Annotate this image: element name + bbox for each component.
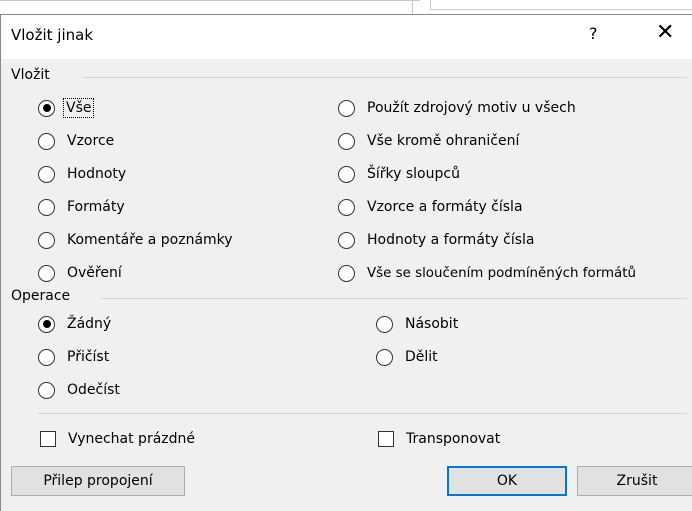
radio-icon[interactable] (338, 231, 355, 249)
operation-option-label: Odečíst (67, 382, 120, 398)
background-sheet-strip (0, 0, 692, 14)
paste-link-button[interactable]: Přilep propojení (11, 466, 185, 496)
operation-option-none[interactable]: Žádný (38, 313, 111, 335)
skip-blanks-label: Vynechat prázdné (68, 431, 196, 447)
radio-icon[interactable] (38, 348, 55, 366)
transpose-label: Transponovat (406, 431, 501, 447)
paste-option-formulas-number-formats[interactable]: Vzorce a formáty čísla (338, 196, 523, 218)
help-icon[interactable]: ? (589, 24, 598, 43)
cancel-button[interactable]: Zrušit (577, 466, 692, 496)
paste-option-values-number-formats[interactable]: Hodnoty a formáty čísla (338, 229, 534, 251)
paste-group-separator (83, 77, 687, 78)
paste-option-label: Hodnoty a formáty čísla (367, 232, 535, 248)
paste-option-label: Ověření (67, 265, 122, 281)
radio-icon[interactable] (38, 381, 55, 399)
operation-option-divide[interactable]: Dělit (376, 346, 438, 368)
close-icon[interactable]: ✕ (656, 20, 674, 45)
paste-option-validation[interactable]: Ověření (38, 262, 122, 284)
operation-option-multiply[interactable]: Násobit (376, 313, 458, 335)
ok-button[interactable]: OK (447, 466, 567, 496)
paste-option-label: Hodnoty (67, 166, 127, 182)
operation-option-subtract[interactable]: Odečíst (38, 379, 120, 401)
paste-special-dialog: Vložit jinak ? ✕ Vložit Vše Vzorce Hodno… (0, 14, 692, 511)
paste-option-formulas[interactable]: Vzorce (38, 130, 114, 152)
radio-icon[interactable] (376, 315, 393, 333)
radio-icon[interactable] (38, 315, 55, 333)
transpose-checkbox[interactable]: Transponovat (378, 428, 500, 450)
radio-icon[interactable] (376, 348, 393, 366)
operation-option-label: Dělit (405, 349, 438, 365)
paste-option-label: Vzorce (67, 133, 115, 149)
paste-option-label: Vzorce a formáty čísla (367, 199, 523, 215)
paste-option-label: Vše kromě ohraničení (367, 133, 520, 149)
checkbox-icon[interactable] (40, 431, 56, 447)
checkbox-icon[interactable] (378, 431, 394, 447)
checkbox-separator (38, 413, 687, 414)
paste-option-column-widths[interactable]: Šířky sloupců (338, 163, 460, 185)
radio-icon[interactable] (38, 99, 55, 117)
radio-icon[interactable] (38, 264, 55, 282)
skip-blanks-checkbox[interactable]: Vynechat prázdné (40, 428, 195, 450)
paste-option-all-except-borders[interactable]: Vše kromě ohraničení (338, 130, 519, 152)
radio-icon[interactable] (38, 198, 55, 216)
operation-option-label: Násobit (405, 316, 459, 332)
paste-option-values[interactable]: Hodnoty (38, 163, 126, 185)
radio-icon[interactable] (38, 231, 55, 249)
paste-option-label: Šířky sloupců (367, 166, 460, 182)
radio-icon[interactable] (338, 264, 355, 282)
operation-group-label: Operace (11, 288, 71, 304)
paste-option-label: Použít zdrojový motiv u všech (367, 100, 576, 116)
operation-option-label: Žádný (67, 316, 112, 332)
radio-icon[interactable] (338, 132, 355, 150)
paste-option-label: Vše (62, 98, 95, 118)
title-bar: Vložit jinak ? ✕ (1, 15, 692, 59)
paste-option-all[interactable]: Vše (38, 97, 95, 119)
paste-group-label: Vložit (11, 67, 50, 83)
operation-group-separator (101, 298, 687, 299)
radio-icon[interactable] (338, 165, 355, 183)
operation-option-add[interactable]: Přičíst (38, 346, 109, 368)
paste-option-label: Vše se sloučením podmíněných formátů (367, 265, 636, 281)
paste-option-label: Komentáře a poznámky (67, 232, 233, 248)
paste-option-formats[interactable]: Formáty (38, 196, 125, 218)
paste-option-source-theme[interactable]: Použít zdrojový motiv u všech (338, 97, 576, 119)
radio-icon[interactable] (338, 198, 355, 216)
paste-option-label: Formáty (67, 199, 125, 215)
dialog-title: Vložit jinak (11, 26, 94, 44)
paste-option-merge-conditional[interactable]: Vše se sloučením podmíněných formátů (338, 262, 692, 284)
radio-icon[interactable] (338, 99, 355, 117)
paste-option-comments[interactable]: Komentáře a poznámky (38, 229, 233, 251)
operation-option-label: Přičíst (67, 349, 110, 365)
radio-icon[interactable] (38, 132, 55, 150)
radio-icon[interactable] (38, 165, 55, 183)
